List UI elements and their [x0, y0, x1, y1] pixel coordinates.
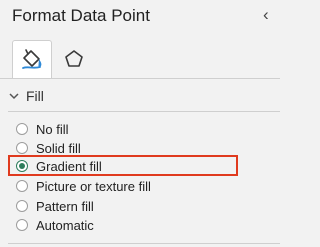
tab-divider	[0, 78, 280, 79]
radio-button[interactable]	[16, 200, 28, 212]
fill-option-automatic[interactable]: Automatic	[16, 216, 94, 234]
chevron-down-icon	[9, 93, 19, 100]
fill-section-label: Fill	[26, 88, 44, 104]
fill-section-header[interactable]: Fill	[8, 88, 44, 104]
fill-option-no-fill[interactable]: No fill	[16, 120, 69, 138]
radio-button[interactable]	[16, 219, 28, 231]
radio-button[interactable]	[16, 180, 28, 192]
fill-option-label: Picture or texture fill	[36, 178, 151, 194]
radio-button[interactable]	[16, 123, 28, 135]
radio-button[interactable]	[16, 142, 28, 154]
fill-option-label: No fill	[36, 121, 69, 137]
gradient-fill-highlight	[8, 155, 238, 176]
fill-option-pattern-fill[interactable]: Pattern fill	[16, 197, 94, 215]
chevron-left-icon: ‹	[263, 5, 269, 24]
fill-option-picture-or-texture-fill[interactable]: Picture or texture fill	[16, 177, 151, 195]
fill-option-label: Automatic	[36, 217, 94, 233]
bottom-divider	[8, 243, 280, 244]
fill-option-label: Pattern fill	[36, 198, 94, 214]
collapse-pane-button[interactable]: ‹	[263, 4, 283, 26]
tab-effects[interactable]	[54, 40, 94, 78]
pentagon-icon	[65, 50, 83, 67]
tab-fill-and-line[interactable]	[12, 40, 52, 79]
panel-title: Format Data Point	[12, 6, 150, 25]
paint-bucket-icon	[22, 49, 42, 69]
fill-option-label: Solid fill	[36, 140, 81, 156]
section-divider	[8, 111, 280, 112]
